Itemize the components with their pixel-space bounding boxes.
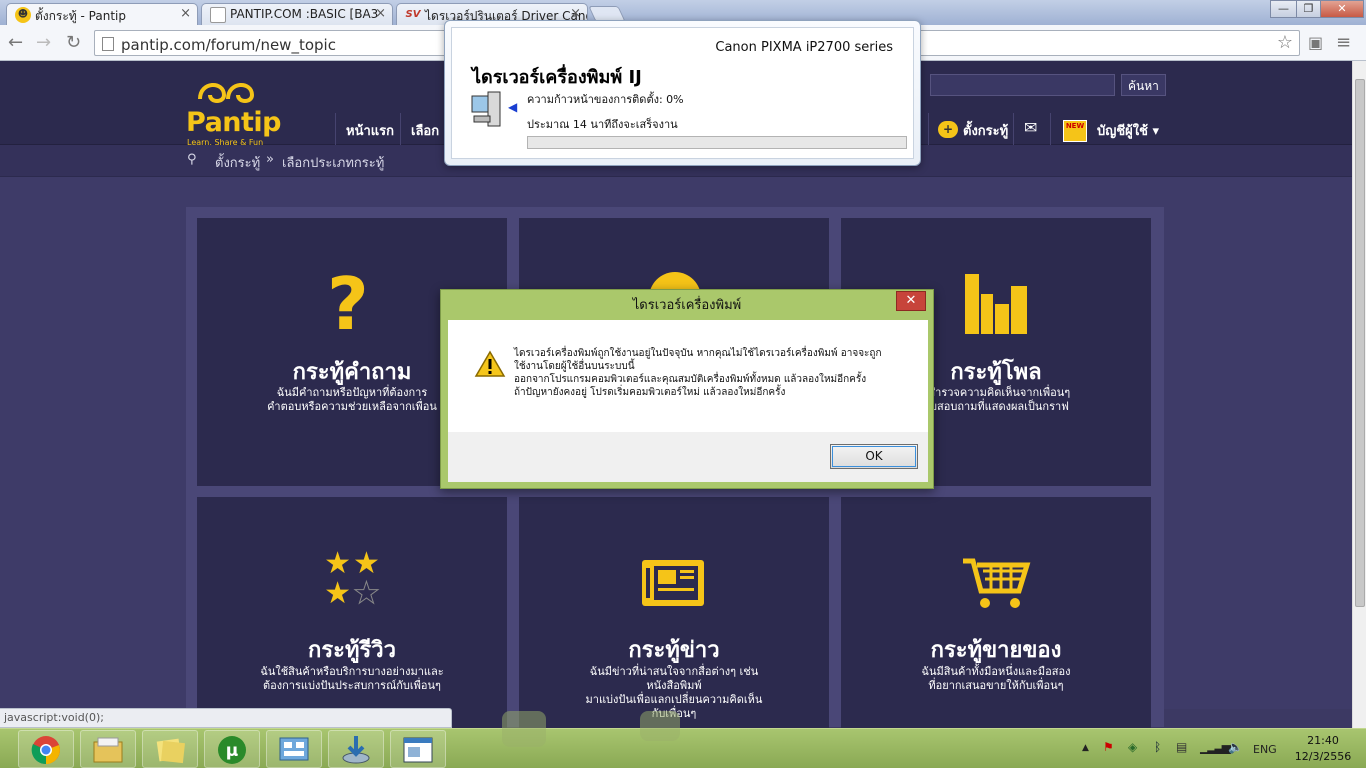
progress-dialog-title: ไดรเวอร์เครื่องพิมพ์ IJ xyxy=(472,67,642,88)
nav-home[interactable]: หน้าแรก xyxy=(335,113,404,146)
volume-icon[interactable]: 🔈 xyxy=(1228,740,1243,754)
card-title: กระทู้ขายของ xyxy=(930,638,1062,663)
taskbar: µ ▲ ⚑ ◈ ᛒ ▤ ▁▂▃▅ 🔈 ENG 21:40 12/3/2556 xyxy=(0,711,1366,768)
arrow-left-icon: ◀ xyxy=(508,100,518,114)
tab-close-icon[interactable]: × xyxy=(570,6,581,21)
printer-model: Canon PIXMA iP2700 series xyxy=(715,40,893,55)
breadcrumb-separator: » xyxy=(266,152,274,167)
close-window-button[interactable]: ✕ xyxy=(1320,0,1364,18)
tab-close-icon[interactable]: × xyxy=(375,6,386,21)
page-icon xyxy=(102,37,114,51)
watermark-shape xyxy=(640,711,680,741)
folder-icon[interactable] xyxy=(142,730,198,768)
progress-dialog-body: Canon PIXMA iP2700 series ไดรเวอร์เครื่อ… xyxy=(451,27,914,159)
signal-icon[interactable]: ▁▂▃▅ xyxy=(1200,740,1231,754)
page-favicon-icon xyxy=(210,7,226,23)
forward-icon[interactable]: → xyxy=(36,32,51,53)
breadcrumb-new-topic[interactable]: ตั้งกระทู้ xyxy=(215,152,260,173)
newspaper-icon xyxy=(642,560,704,606)
error-dialog-close-button[interactable]: ✕ xyxy=(896,291,926,311)
action-center-icon[interactable]: ⚑ xyxy=(1103,740,1114,754)
file-explorer-icon[interactable] xyxy=(80,730,136,768)
driver-install-progress-dialog: Canon PIXMA iP2700 series ไดรเวอร์เครื่อ… xyxy=(444,20,921,166)
card-description: ฉันใช้สินค้าหรือบริการบางอย่างมาและ ต้อง… xyxy=(260,665,444,692)
chrome-icon[interactable] xyxy=(18,730,74,768)
card-title: กระทู้รีวิว xyxy=(308,638,396,663)
breadcrumb-select-type: เลือกประเภทกระทู้ xyxy=(282,156,385,171)
back-icon[interactable]: ← xyxy=(8,32,23,53)
progress-bar xyxy=(527,136,907,149)
nav-select[interactable]: เลือก xyxy=(400,113,449,146)
account-label: บัญชีผู้ใช้ ▾ xyxy=(1097,124,1159,139)
bar-chart-icon xyxy=(965,274,1027,334)
bluetooth-icon[interactable]: ᛒ xyxy=(1154,740,1161,754)
computer-icon xyxy=(471,91,501,127)
tab-pantip-basic[interactable]: PANTIP.COM :BASIC [BA3 × xyxy=(201,3,393,25)
control-panel-icon[interactable] xyxy=(266,730,322,768)
progress-label: ความก้าวหน้าของการติดตั้ง: 0% xyxy=(527,93,684,106)
clock-date: 12/3/2556 xyxy=(1294,750,1352,763)
warning-icon xyxy=(474,350,506,377)
sv-favicon-icon: SV xyxy=(405,9,421,20)
watermark-shape xyxy=(502,711,546,747)
reload-icon[interactable]: ↻ xyxy=(66,32,81,53)
new-topic-button[interactable]: + ตั้งกระทู้ xyxy=(928,113,1018,146)
status-bar: javascript:void(0); xyxy=(0,708,452,728)
pantip-favicon-icon: ☻ xyxy=(15,7,31,23)
stars-icon: ★★ ★★ xyxy=(324,546,382,611)
card-description: ฉันมีสินค้าทั้งมือหนึ่งและมือสอง ที่อยาก… xyxy=(921,665,1071,692)
maximize-button[interactable]: ❐ xyxy=(1296,0,1321,18)
logo-eyes-icon xyxy=(198,83,255,103)
extension-icon[interactable]: ▣ xyxy=(1308,33,1323,52)
minimize-button[interactable]: — xyxy=(1270,0,1297,18)
device-icon[interactable]: ▤ xyxy=(1176,740,1187,754)
network-icon[interactable]: ◈ xyxy=(1128,740,1137,754)
utorrent-icon[interactable]: µ xyxy=(204,730,260,768)
url-text: pantip.com/forum/new_topic xyxy=(121,36,336,54)
tab-pantip-new-topic[interactable]: ☻ ตั้งกระทู้ - Pantip × xyxy=(6,3,198,25)
search-button[interactable]: ค้นหา xyxy=(1121,74,1166,96)
clock-time: 21:40 xyxy=(1307,734,1339,747)
tab-close-icon[interactable]: × xyxy=(180,6,191,21)
eta-text: ประมาณ 14 นาทีถึงจะเสร็จงาน xyxy=(527,118,678,131)
location-pin-icon: ⚲ xyxy=(187,152,197,167)
page-scrollbar[interactable] xyxy=(1352,61,1366,728)
new-topic-label: ตั้งกระทู้ xyxy=(963,124,1009,139)
printer-driver-error-dialog: ไดรเวอร์เครื่องพิมพ์ ✕ ไดรเวอร์เครื่องพิ… xyxy=(440,289,934,489)
language-indicator[interactable]: ENG xyxy=(1253,743,1277,756)
logo-text: Pantip xyxy=(186,107,282,138)
svg-text:µ: µ xyxy=(226,741,239,761)
card-title: กระทู้ข่าว xyxy=(628,638,720,663)
tray-expand-icon[interactable]: ▲ xyxy=(1082,743,1089,753)
tab-title: ตั้งกระทู้ - Pantip xyxy=(35,9,126,23)
installer-icon[interactable] xyxy=(328,730,384,768)
account-menu[interactable]: NEW บัญชีผู้ใช้ ▾ xyxy=(1050,113,1169,146)
error-dialog-body: ไดรเวอร์เครื่องพิมพ์ถูกใช้งานอยู่ในปัจจุ… xyxy=(448,320,928,432)
error-dialog-title: ไดรเวอร์เครื่องพิมพ์ xyxy=(632,298,742,313)
ok-button[interactable]: OK xyxy=(830,444,918,469)
scrollbar-thumb[interactable] xyxy=(1355,79,1365,607)
window-icon[interactable] xyxy=(390,730,446,768)
shopping-cart-icon xyxy=(963,558,1031,608)
search-input[interactable] xyxy=(930,74,1115,96)
new-topic-icon: + xyxy=(938,121,958,138)
mail-icon[interactable]: ✉ xyxy=(1013,113,1051,146)
tab-title: PANTIP.COM :BASIC [BA3 xyxy=(230,7,379,21)
new-badge-icon: NEW xyxy=(1063,120,1087,142)
clock[interactable]: 21:40 12/3/2556 xyxy=(1290,733,1356,765)
bookmark-star-icon[interactable]: ☆ xyxy=(1277,32,1293,53)
card-sell[interactable]: กระทู้ขายของ ฉันมีสินค้าทั้งมือหนึ่งและม… xyxy=(841,497,1151,765)
question-mark-icon: ? xyxy=(327,262,369,346)
error-message: ไดรเวอร์เครื่องพิมพ์ถูกใช้งานอยู่ในปัจจุ… xyxy=(514,348,882,398)
menu-icon[interactable]: ≡ xyxy=(1336,32,1351,53)
